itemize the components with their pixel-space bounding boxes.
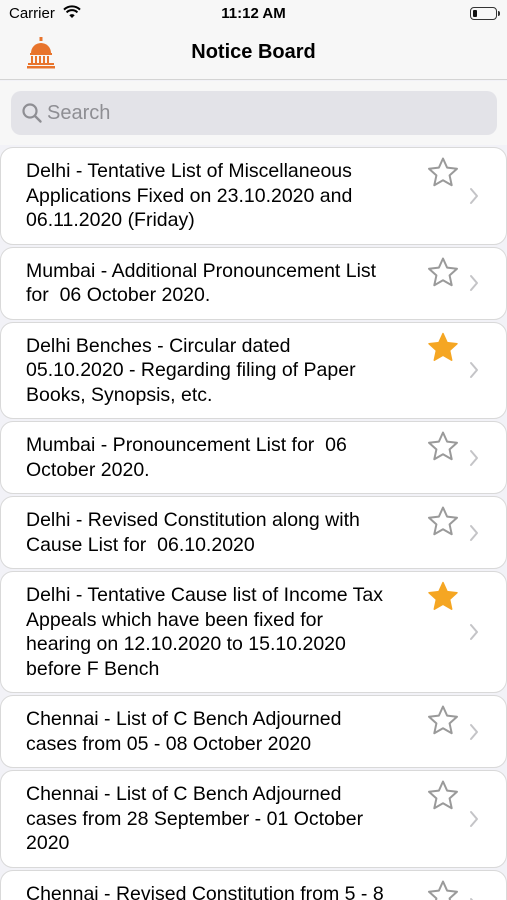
clock: 11:12 AM: [221, 5, 286, 22]
notice-item[interactable]: Mumbai - Pronouncement List for 06 Octob…: [0, 421, 507, 494]
notice-item[interactable]: Chennai - List of C Bench Adjourned case…: [0, 695, 507, 768]
star-filled-icon[interactable]: [426, 580, 460, 614]
battery-level: [473, 10, 477, 17]
chevron-right-icon: [470, 624, 478, 640]
chevron-right-icon: [470, 187, 478, 204]
notice-title: Mumbai - Pronouncement List for 06 Octob…: [26, 434, 347, 481]
notice-list: Delhi - Tentative List of Miscellaneous …: [0, 147, 507, 900]
star-outline-icon[interactable]: [426, 156, 460, 190]
chevron-right-icon: [470, 810, 478, 827]
notice-title: Chennai - Revised Constitution from 5 - …: [26, 882, 384, 900]
notice-title: Delhi - Tentative List of Miscellaneous …: [26, 160, 353, 231]
notice-title: Delhi - Revised Constitution along with …: [26, 509, 360, 556]
notice-title: Delhi - Tentative Cause list of Income T…: [26, 584, 383, 680]
notice-item[interactable]: Delhi - Revised Constitution along with …: [0, 496, 507, 569]
search-input[interactable]: [47, 91, 487, 135]
search-bar: [0, 81, 507, 145]
chevron-right-icon: [470, 275, 478, 291]
notice-item[interactable]: Mumbai - Additional Pronouncement List f…: [0, 246, 507, 320]
battery-icon: [470, 7, 500, 20]
notice-item[interactable]: Delhi Benches - Circular dated 05.10.202…: [0, 321, 507, 419]
navigation-bar: Notice Board: [0, 28, 507, 80]
notice-title: Chennai - List of C Bench Adjourned case…: [26, 783, 364, 854]
notice-title: Delhi Benches - Circular dated 05.10.202…: [26, 334, 356, 406]
star-outline-icon[interactable]: [426, 779, 460, 813]
page-title: Notice Board: [191, 41, 316, 63]
chevron-right-icon: [470, 524, 478, 541]
chevron-right-icon: [470, 362, 478, 379]
notice-item[interactable]: Delhi - Tentative Cause list of Income T…: [0, 571, 507, 693]
star-outline-icon[interactable]: [426, 256, 460, 290]
star-filled-icon[interactable]: [426, 331, 460, 365]
search-field-container[interactable]: [11, 91, 497, 135]
notice-title: Chennai - List of C Bench Adjourned case…: [26, 708, 342, 755]
notice-title: Mumbai - Additional Pronouncement List f…: [26, 259, 377, 307]
star-outline-icon[interactable]: [426, 505, 460, 539]
search-icon: [22, 103, 42, 123]
chevron-right-icon: [470, 723, 478, 740]
notice-item[interactable]: Delhi - Tentative List of Miscellaneous …: [0, 147, 507, 245]
star-outline-icon[interactable]: [426, 430, 460, 464]
notice-item[interactable]: Chennai - Revised Constitution from 5 - …: [0, 869, 507, 900]
star-outline-icon[interactable]: [426, 704, 460, 738]
status-bar: Carrier 11:12 AM: [0, 0, 507, 28]
notice-item[interactable]: Chennai - List of C Bench Adjourned case…: [0, 770, 507, 868]
star-outline-icon[interactable]: [426, 879, 460, 900]
chevron-right-icon: [470, 449, 478, 466]
